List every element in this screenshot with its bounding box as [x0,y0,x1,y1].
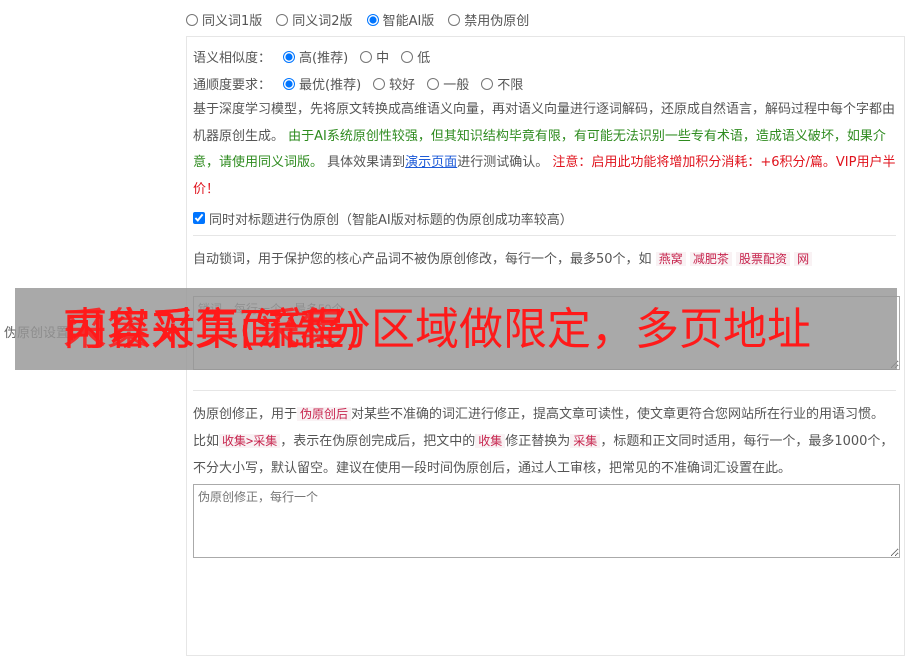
version-radio-synonym2[interactable] [276,13,289,26]
lock-words-text: 自动锁词，用于保护您的核心产品词不被伪原创修改，每行一个，最多50个，如 [193,252,652,267]
fluency-radio-best[interactable] [283,77,296,90]
version-option-label: 同义词2版 [292,14,353,29]
description-test-text: 具体效果请到 [327,155,406,170]
correction-code: 伪原创后 [297,406,352,421]
version-radio-disable[interactable] [448,13,461,26]
title-rewrite-option[interactable]: 同时对标题进行伪原创（智能AI版对标题的伪原创成功率较高） [193,205,896,231]
correction-code: 采集 [570,434,601,448]
correction-text: 伪原创修正，用于 [193,406,298,422]
version-option-disable[interactable]: 禁用伪原创 [448,10,529,29]
version-option-label: 同义词1版 [202,14,263,29]
fluency-option-label: 一般 [443,78,470,93]
lock-word-example: 网 [794,252,813,266]
similarity-option-label: 高(推荐) [299,51,349,66]
version-radio-group: 同义词1版 同义词2版 智能AI版 禁用伪原创 [186,10,529,29]
lock-word-example: 减肥茶 [689,252,732,266]
section-divider [193,235,896,236]
similarity-option-label: 中 [376,51,390,66]
title-rewrite-label: 同时对标题进行伪原创（智能AI版对标题的伪原创成功率较高） [209,212,573,228]
fluency-option-label: 较好 [389,78,416,93]
correction-description: 伪原创修正，用于 伪原创后 对某些不准确的词汇进行修正，提高文章可读性，使文章更符合… [193,401,896,483]
demo-page-link[interactable]: 演示页面 [405,155,457,170]
fluency-radio-normal[interactable] [427,77,440,90]
correction-textarea[interactable] [193,484,900,558]
fluency-option-label: 最优(推荐) [299,78,362,93]
version-option-label: 禁用伪原创 [464,14,530,29]
similarity-option-low[interactable]: 低 [401,47,430,66]
ai-description: 基于深度学习模型，先将原文转换成高维语义向量，再对语义向量进行逐词解码，还原成自… [193,97,896,203]
similarity-option-label: 低 [417,51,431,66]
version-radio-ai[interactable] [366,13,379,26]
lock-words-description: 自动锁词，用于保护您的核心产品词不被伪原创修改，每行一个，最多50个，如 燕窝 … [193,246,896,274]
fluency-label: 通顺度要求： [193,78,272,93]
similarity-radio-high[interactable] [283,50,296,63]
fluency-option-label: 不限 [497,78,524,93]
correction-text: 修正替换为 [505,434,571,449]
similarity-row: 语义相似度： 高(推荐) 中 低 [193,43,896,70]
fluency-option-any[interactable]: 不限 [481,74,523,93]
lock-word-example: 股票配资 [736,252,791,266]
similarity-radio-low[interactable] [401,50,414,63]
overlay-text-c: 可以对页面部分区域做限定，多页地址 [63,304,811,355]
version-option-label: 智能AI版 [382,14,435,29]
correction-code: 收集 [475,434,506,448]
similarity-label: 语义相似度： [193,51,272,66]
fluency-radio-good[interactable] [373,77,386,90]
fluency-option-good[interactable]: 较好 [373,74,415,93]
fluency-row: 通顺度要求： 最优(推荐) 较好 一般 不限 [193,70,896,97]
title-rewrite-checkbox[interactable] [193,212,205,224]
similarity-option-high[interactable]: 高(推荐) [283,47,348,66]
version-radio-synonym1[interactable] [186,13,198,26]
fluency-radio-any[interactable] [481,77,494,90]
version-option-ai[interactable]: 智能AI版 [366,10,435,29]
correction-code: 收集>采集 [219,434,281,448]
lock-word-example: 燕窝 [655,252,686,266]
fluency-option-best[interactable]: 最优(推荐) [283,74,361,93]
correction-text: ，表示在伪原创完成后，把文中的 [280,434,476,449]
similarity-radio-mid[interactable] [360,50,373,63]
section-divider [193,389,896,391]
description-test-after: 进行测试确认。 [457,155,549,170]
version-option-synonym2[interactable]: 同义词2版 [276,10,353,29]
version-option-synonym1[interactable]: 同义词1版 [186,10,262,29]
similarity-option-mid[interactable]: 中 [360,47,389,66]
fluency-option-normal[interactable]: 一般 [427,74,469,93]
